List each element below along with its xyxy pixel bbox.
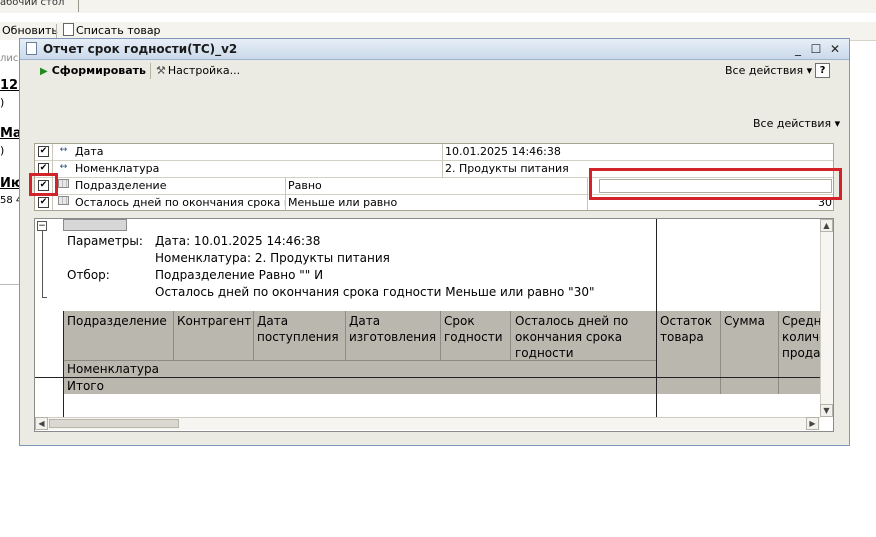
filter-department-icon xyxy=(57,179,70,190)
column-divider xyxy=(440,311,441,360)
filter-line-1: Подразделение Равно "" И xyxy=(155,268,324,282)
toolbar-separator xyxy=(56,24,57,38)
col-header-avg-sales: количе xyxy=(782,330,820,344)
col-header-shelf-life: годности xyxy=(444,330,503,344)
all-actions-menu[interactable]: Все действия ▾ xyxy=(725,62,812,80)
params-label: Параметры: xyxy=(67,234,143,248)
grid-icon xyxy=(58,196,69,205)
highlight-box-value xyxy=(589,168,842,200)
column-divider xyxy=(510,311,511,360)
column-divider xyxy=(253,311,254,360)
scroll-right-icon[interactable]: ▶ xyxy=(806,417,819,430)
col-header-department: Подразделение xyxy=(67,314,167,328)
all-actions-menu-secondary[interactable]: Все действия ▾ xyxy=(753,117,840,130)
report-title-cell xyxy=(63,219,127,231)
col-header-avg-sales: прода: xyxy=(782,346,820,360)
vertical-scrollbar[interactable] xyxy=(820,219,833,417)
report-split-line xyxy=(656,219,657,417)
filter-nomenclature-name: Номенклатура xyxy=(75,162,160,175)
total-row-label: Итого xyxy=(67,379,104,393)
filter-nomenclature-value[interactable]: 2. Продукты питания xyxy=(445,161,569,176)
scroll-left-icon[interactable]: ◀ xyxy=(35,417,48,430)
col-header-avg-sales: Средн xyxy=(782,314,820,328)
side-fragment: лис xyxy=(0,53,19,64)
filter-line-2: Осталось дней по окончания срока годност… xyxy=(155,285,595,299)
grid-icon xyxy=(58,179,69,188)
column-divider xyxy=(778,311,779,394)
background-strip xyxy=(0,13,876,22)
col-header-manufacture-date: Дата xyxy=(349,314,381,328)
side-divider xyxy=(0,284,19,285)
background-empty-area xyxy=(0,450,876,537)
close-icon[interactable]: ✕ xyxy=(828,42,842,56)
filter-row-date[interactable] xyxy=(35,144,833,161)
report-window-icon xyxy=(26,42,37,55)
background-side-panel: лис 12. ) Ма ) Ию 58 4 xyxy=(0,40,24,285)
col-header-shelf-life: Срок xyxy=(444,314,475,328)
filter-days-left-name: Осталось дней по окончания срока год... xyxy=(75,196,285,209)
row-nomenclature-label: Номенклатура xyxy=(67,362,159,376)
filter-days-left-condition[interactable]: Меньше или равно xyxy=(288,195,397,210)
play-icon: ▶ xyxy=(40,66,48,77)
total-row-bg xyxy=(63,378,656,394)
col-header-receipt-date: поступления xyxy=(257,330,339,344)
maximize-icon[interactable]: ☐ xyxy=(809,42,823,56)
side-fragment: ) xyxy=(0,144,5,157)
settings-wrench-icon: ⚒ xyxy=(156,64,166,77)
highlight-box-checkbox xyxy=(29,173,58,196)
filter-days-left-checkbox[interactable]: ✔ xyxy=(38,197,49,208)
filter-label: Отбор: xyxy=(67,268,110,282)
help-button[interactable]: ? xyxy=(815,63,830,78)
background-refresh-button[interactable]: Обновить xyxy=(2,23,58,39)
filter-date-drag-icon: ↔ xyxy=(59,145,68,155)
background-top-bar xyxy=(0,0,876,14)
filter-department-condition[interactable]: Равно xyxy=(288,178,322,193)
minimize-icon[interactable]: _ xyxy=(791,42,805,56)
group-bracket-line xyxy=(42,231,43,297)
document-icon xyxy=(63,23,74,36)
filter-date-value[interactable]: 10.01.2025 14:46:38 xyxy=(445,144,561,159)
col-header-receipt-date: Дата xyxy=(257,314,289,328)
col-header-days-left: Осталось дней по xyxy=(515,314,629,328)
side-fragment: ) xyxy=(0,96,5,109)
background-writeoff-button[interactable]: Списать товар xyxy=(63,23,161,39)
settings-button[interactable]: ⚒ Настройка... xyxy=(156,62,240,80)
group-bracket-end xyxy=(42,297,47,298)
scroll-up-icon[interactable]: ▲ xyxy=(820,219,833,232)
scroll-down-icon[interactable]: ▼ xyxy=(820,404,833,417)
filter-grid-line xyxy=(442,144,443,178)
filter-nomenclature-drag-icon: ↔ xyxy=(59,162,68,172)
filter-department-name: Подразделение xyxy=(75,179,167,192)
filter-grid-line xyxy=(285,178,286,210)
col-header-days-left: годности xyxy=(515,346,574,360)
report-left-line xyxy=(63,311,64,417)
param-nomenclature: Номенклатура: 2. Продукты питания xyxy=(155,251,390,265)
column-divider xyxy=(345,311,346,360)
param-date: Дата: 10.01.2025 14:46:38 xyxy=(155,234,321,248)
filter-date-name: Дата xyxy=(75,145,104,158)
background-tab[interactable]: абочий стол xyxy=(0,0,79,12)
background-tab-label: абочий стол xyxy=(0,0,65,8)
filter-grid-line xyxy=(587,178,588,210)
filter-date-checkbox[interactable]: ✔ xyxy=(38,146,49,157)
col-header-stock: Остаток xyxy=(660,314,712,328)
col-header-days-left: окончания срока xyxy=(515,330,623,344)
column-divider xyxy=(173,311,174,360)
toolbar-separator xyxy=(150,63,151,79)
col-header-contractor: Контрагент xyxy=(177,314,252,328)
window-title: Отчет срок годности(ТС)_v2 xyxy=(43,42,238,56)
filter-days-left-icon xyxy=(57,196,70,207)
col-header-manufacture-date: изготовления xyxy=(349,330,437,344)
col-header-stock: товара xyxy=(660,330,704,344)
collapse-group-icon[interactable]: − xyxy=(37,221,47,231)
generate-button[interactable]: ▶ Сформировать xyxy=(40,62,146,80)
col-header-sum: Сумма xyxy=(724,314,765,328)
column-divider xyxy=(720,311,721,394)
horizontal-scroll-thumb[interactable] xyxy=(49,419,179,428)
